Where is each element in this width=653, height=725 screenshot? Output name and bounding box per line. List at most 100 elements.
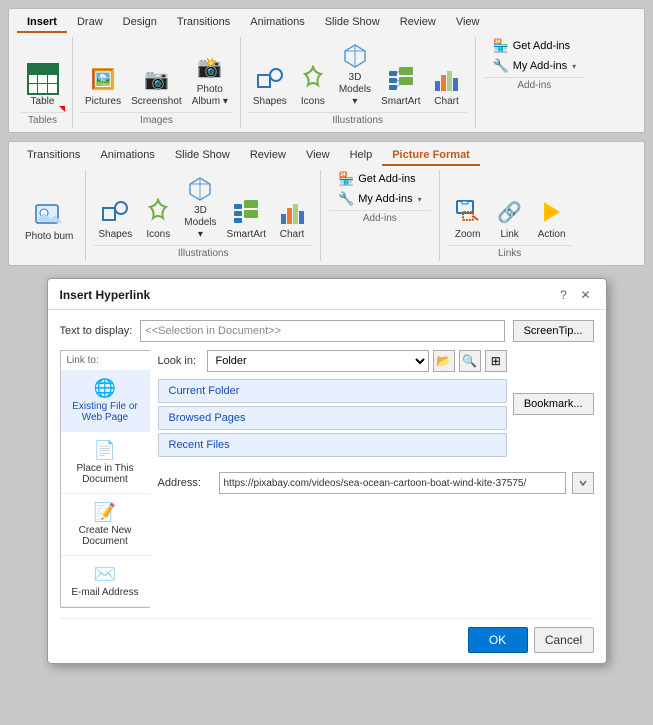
sidebar-create-new[interactable]: 📝 Create New Document	[61, 494, 150, 556]
shapes-label-r2: Shapes	[98, 229, 132, 241]
pictures-label: Pictures	[85, 96, 121, 108]
address-row: Address:	[158, 472, 594, 494]
group-tables-items: Table	[23, 37, 63, 110]
tab-review[interactable]: Review	[390, 13, 446, 33]
text-display-input[interactable]	[140, 320, 504, 342]
3dmodels-button-r2[interactable]: 3D Models▾	[180, 170, 220, 243]
icons-button[interactable]: Icons	[293, 61, 333, 110]
existing-file-label: Existing File or Web Page	[65, 401, 146, 423]
shapes-button-r2[interactable]: Shapes	[94, 194, 136, 243]
sidebar-place-in-doc[interactable]: 📄 Place in This Document	[61, 432, 150, 494]
lookin-grid-btn[interactable]: ⊞	[485, 350, 507, 372]
bookmark-button[interactable]: Bookmark...	[513, 393, 594, 415]
table-button[interactable]: Table	[23, 61, 63, 110]
address-dropdown-btn[interactable]	[572, 472, 594, 494]
ok-button[interactable]: OK	[468, 627, 528, 653]
tab2-transitions[interactable]: Transitions	[17, 146, 90, 166]
current-folder-item[interactable]: Current Folder	[158, 379, 507, 403]
group-addins-r1: 🏪 Get Add-ins 🔧 My Add-ins ▾ Add-ins	[476, 37, 594, 128]
link-icon: 🔗	[494, 196, 526, 228]
browsed-pages-item[interactable]: Browsed Pages	[158, 406, 507, 430]
photoalbum-label: Photo Album ▾	[192, 84, 228, 108]
lookin-search-btn[interactable]: 🔍	[459, 350, 481, 372]
table-icon	[27, 63, 59, 95]
tab2-view[interactable]: View	[296, 146, 340, 166]
addins-store-icon-r2: 🏪	[338, 171, 354, 187]
group-tables: Table Tables	[13, 37, 73, 128]
action-icon	[536, 196, 568, 228]
3dmodels-button[interactable]: 3D Models▾	[335, 37, 375, 110]
recent-files-item[interactable]: Recent Files	[158, 433, 507, 457]
dialog-close-button[interactable]: ✕	[578, 287, 594, 303]
tab2-review[interactable]: Review	[240, 146, 296, 166]
tab-draw[interactable]: Draw	[67, 13, 113, 33]
smartart-icon	[385, 63, 417, 95]
zoom-icon	[452, 196, 484, 228]
tab2-help[interactable]: Help	[340, 146, 383, 166]
zoom-button[interactable]: Zoom	[448, 194, 488, 243]
address-label: Address:	[158, 477, 213, 489]
get-addins-button[interactable]: 🏪 Get Add-ins	[490, 37, 580, 55]
ribbon-body: Table Tables 🖼️ Pictures 📷 Screenshot 📸 …	[9, 33, 644, 128]
addins-store-icon: 🏪	[493, 38, 509, 54]
zoom-label: Zoom	[455, 229, 481, 241]
action-button[interactable]: Action	[532, 194, 572, 243]
my-addins-button[interactable]: 🔧 My Add-ins ▾	[490, 57, 580, 75]
address-input[interactable]	[219, 472, 566, 494]
tab-transitions[interactable]: Transitions	[167, 13, 240, 33]
tab2-picture-format[interactable]: Picture Format	[382, 146, 480, 166]
dialog-help-button[interactable]: ?	[556, 287, 572, 303]
link-to-label: Link to:	[61, 351, 150, 370]
pictures-button[interactable]: 🖼️ Pictures	[81, 61, 125, 110]
email-label: E-mail Address	[71, 587, 138, 598]
group-illustrations-items: Shapes Icons 3D	[249, 37, 467, 110]
table-label: Table	[31, 96, 55, 108]
sidebar-existing-file[interactable]: 🌐 Existing File or Web Page	[61, 370, 150, 432]
tab-animations[interactable]: Animations	[240, 13, 314, 33]
sidebar-email-address[interactable]: ✉️ E-mail Address	[61, 556, 150, 607]
place-in-doc-label: Place in This Document	[65, 463, 146, 485]
tab-slideshow[interactable]: Slide Show	[315, 13, 390, 33]
dialog-titlebar: Insert Hyperlink ? ✕	[48, 279, 606, 310]
chart-button-r2[interactable]: Chart	[272, 194, 312, 243]
my-addins-button-r2[interactable]: 🔧 My Add-ins ▾	[335, 190, 425, 208]
group-images: 🖼️ Pictures 📷 Screenshot 📸 Photo Album ▾…	[73, 37, 241, 128]
place-in-doc-icon: 📄	[94, 440, 116, 461]
lookin-select[interactable]: Folder	[207, 350, 429, 372]
group-photobum: Photo bum	[13, 170, 86, 261]
action-label: Action	[538, 229, 566, 241]
my-addins-icon: 🔧	[493, 58, 509, 74]
lookin-label: Look in:	[158, 355, 203, 367]
photobum-button[interactable]: Photo bum	[21, 196, 77, 245]
addins-r2-items: 🏪 Get Add-ins 🔧 My Add-ins ▾	[329, 170, 431, 208]
my-addins-arrow-r2: ▾	[418, 195, 422, 204]
illustrations-group-label-r2: Illustrations	[94, 245, 312, 259]
tab2-animations[interactable]: Animations	[90, 146, 164, 166]
icons-button-r2[interactable]: Icons	[138, 194, 178, 243]
tab-insert[interactable]: Insert	[17, 13, 67, 33]
create-new-icon: 📝	[94, 502, 116, 523]
create-new-label: Create New Document	[65, 525, 146, 547]
address-chevron-icon	[578, 478, 588, 488]
screenshot-button[interactable]: 📷 Screenshot	[127, 61, 186, 110]
existing-file-icon: 🌐	[94, 378, 116, 399]
group-addins-r2: 🏪 Get Add-ins 🔧 My Add-ins ▾ Add-ins	[321, 170, 440, 261]
3dmodels-label: 3D Models▾	[339, 72, 371, 108]
screentip-button[interactable]: ScreenTip...	[513, 320, 594, 342]
insert-hyperlink-dialog: Insert Hyperlink ? ✕ Text to display: Sc…	[47, 278, 607, 664]
tab2-slideshow[interactable]: Slide Show	[165, 146, 240, 166]
tab-design[interactable]: Design	[113, 13, 167, 33]
shapes-button[interactable]: Shapes	[249, 61, 291, 110]
illustrations-group-label-r1: Illustrations	[249, 112, 467, 126]
cancel-button[interactable]: Cancel	[534, 627, 594, 653]
smartart-button-r2[interactable]: SmartArt	[223, 194, 270, 243]
ribbon-picture-format: Transitions Animations Slide Show Review…	[8, 141, 645, 266]
ribbon-insert: Insert Draw Design Transitions Animation…	[8, 8, 645, 133]
chart-button-r1[interactable]: Chart	[427, 61, 467, 110]
photoalbum-button[interactable]: 📸 Photo Album ▾	[188, 49, 232, 110]
smartart-button[interactable]: SmartArt	[377, 61, 424, 110]
link-button[interactable]: 🔗 Link	[490, 194, 530, 243]
get-addins-button-r2[interactable]: 🏪 Get Add-ins	[335, 170, 425, 188]
tab-view[interactable]: View	[446, 13, 490, 33]
lookin-folder-btn[interactable]: 📂	[433, 350, 455, 372]
